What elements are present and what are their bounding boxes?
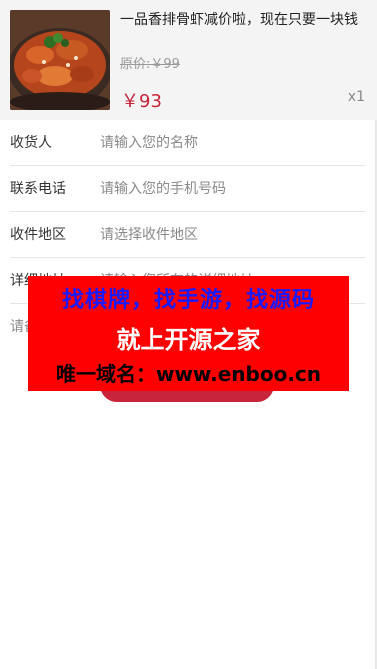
phone-row: 联系电话 xyxy=(10,166,365,212)
recipient-label: 收货人 xyxy=(10,135,52,151)
current-price: ￥93 xyxy=(121,91,162,112)
recipient-row: 收货人 xyxy=(10,120,365,166)
product-image xyxy=(10,10,110,110)
product-name: 一品香排骨虾减价啦，现在只要一块钱 xyxy=(120,12,358,28)
region-label: 收件地区 xyxy=(10,227,66,243)
recipient-input[interactable] xyxy=(100,128,362,158)
watermark-line-1: 找棋牌，找手游，找源码 xyxy=(61,288,315,313)
watermark-banner: 找棋牌，找手游，找源码 就上开源之家 唯一域名：www.enboo.cn xyxy=(28,276,349,391)
food-photo-icon xyxy=(10,10,110,110)
watermark-line-2: 就上开源之家 xyxy=(116,326,261,354)
region-row[interactable]: 收件地区 xyxy=(10,212,365,258)
phone-label: 联系电话 xyxy=(10,181,66,197)
region-select[interactable] xyxy=(100,220,362,250)
order-product-card: 一品香排骨虾减价啦，现在只要一块钱 原价:￥99 ￥93 x1 xyxy=(0,0,377,120)
original-price: 原价:￥99 xyxy=(120,57,180,72)
quantity-label: x1 xyxy=(347,89,365,105)
phone-input[interactable] xyxy=(100,174,362,204)
watermark-line-3: 唯一域名：www.enboo.cn xyxy=(55,362,322,386)
